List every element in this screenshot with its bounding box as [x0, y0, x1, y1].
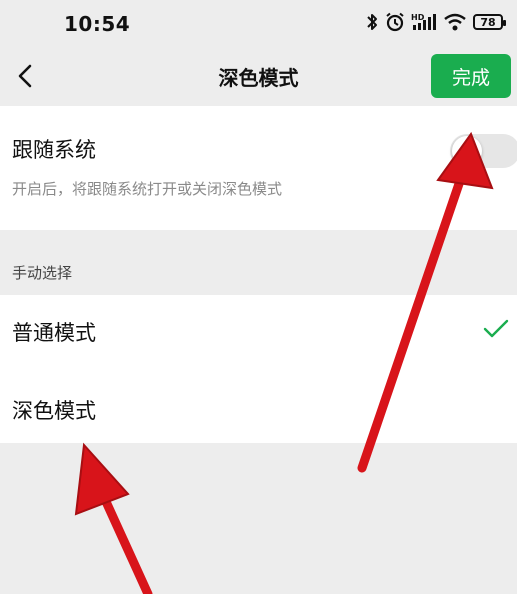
- option-dark-mode[interactable]: 深色模式: [0, 369, 517, 443]
- follow-system-description: 开启后，将跟随系统打开或关闭深色模式: [12, 180, 283, 198]
- checkmark-icon: [483, 319, 509, 338]
- option-label: 普通模式: [12, 321, 96, 345]
- status-icons: HD 78: [365, 12, 506, 32]
- option-normal-mode[interactable]: 普通模式: [0, 295, 517, 369]
- option-label: 深色模式: [12, 399, 96, 423]
- mode-options-list: 普通模式 深色模式: [0, 295, 517, 443]
- status-bar: 10:54 HD 78: [0, 0, 517, 50]
- status-time: 10:54: [64, 12, 131, 36]
- follow-system-title: 跟随系统: [12, 138, 96, 162]
- manual-select-header: 手动选择: [12, 264, 73, 282]
- chevron-left-icon: [18, 64, 32, 88]
- toggle-knob: [452, 136, 482, 166]
- svg-text:HD: HD: [411, 13, 425, 22]
- back-button[interactable]: [10, 60, 40, 92]
- done-button[interactable]: 完成: [431, 54, 511, 98]
- follow-system-section: 跟随系统 开启后，将跟随系统打开或关闭深色模式: [0, 106, 517, 230]
- wifi-icon: [443, 12, 467, 32]
- annotation-arrow-dark-mode: [74, 442, 153, 594]
- follow-system-toggle[interactable]: [450, 134, 517, 168]
- hd-signal-icon: HD: [411, 12, 437, 32]
- battery-icon: 78: [473, 14, 506, 30]
- bluetooth-icon: [365, 12, 379, 32]
- alarm-icon: [385, 12, 405, 32]
